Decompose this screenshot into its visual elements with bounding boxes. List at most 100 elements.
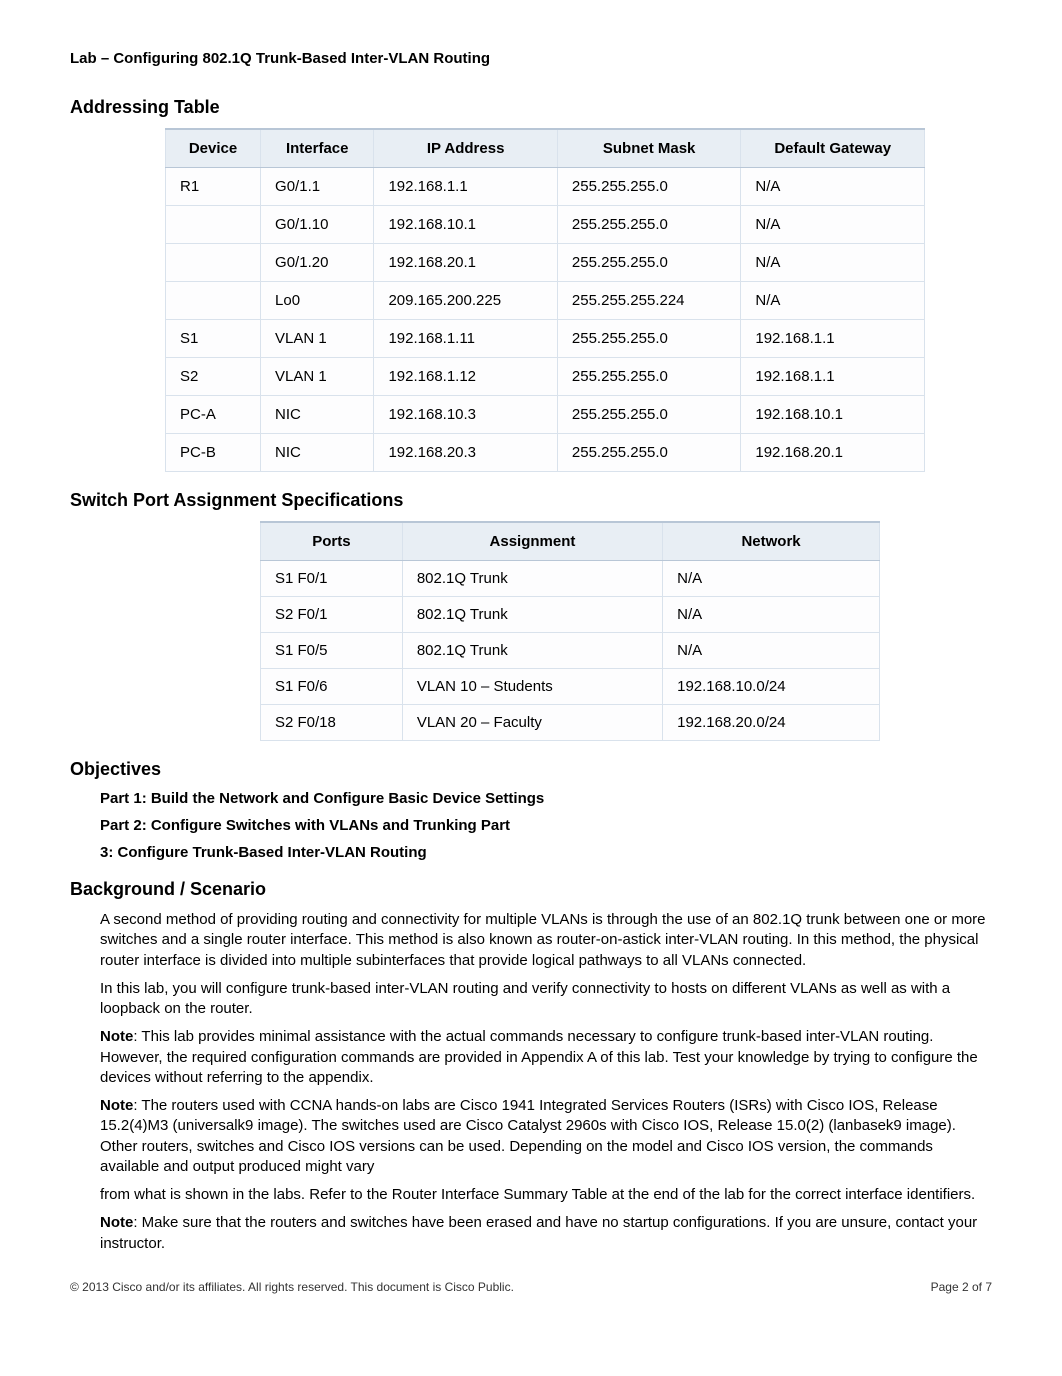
table-cell-ports: S2 F0/1: [261, 597, 403, 633]
table-row: S2VLAN 1192.168.1.12255.255.255.0192.168…: [166, 358, 925, 396]
table-cell-ip: 192.168.10.1: [374, 206, 557, 244]
table-cell-ports: S1 F0/6: [261, 669, 403, 705]
table-cell-interface: VLAN 1: [261, 358, 374, 396]
footer-copyright: © 2013 Cisco and/or its affiliates. All …: [70, 1280, 514, 1294]
table-row: S1VLAN 1192.168.1.11255.255.255.0192.168…: [166, 320, 925, 358]
table-cell-gw: N/A: [741, 244, 925, 282]
addressing-table: Device Interface IP Address Subnet Mask …: [165, 128, 925, 472]
table-cell-mask: 255.255.255.0: [557, 244, 740, 282]
table-cell-assignment: 802.1Q Trunk: [402, 561, 662, 597]
objectives-heading: Objectives: [70, 759, 992, 780]
table-cell-network: N/A: [663, 561, 880, 597]
page-footer: © 2013 Cisco and/or its affiliates. All …: [70, 1280, 992, 1294]
table-cell-mask: 255.255.255.0: [557, 434, 740, 472]
table-cell-interface: VLAN 1: [261, 320, 374, 358]
table-row: S2 F0/1802.1Q TrunkN/A: [261, 597, 880, 633]
table-cell-ip: 192.168.1.12: [374, 358, 557, 396]
addr-col-device: Device: [166, 129, 261, 168]
table-cell-ip: 192.168.20.3: [374, 434, 557, 472]
addressing-table-heading: Addressing Table: [70, 97, 992, 118]
table-cell-gw: N/A: [741, 282, 925, 320]
table-cell-mask: 255.255.255.0: [557, 206, 740, 244]
table-cell-mask: 255.255.255.224: [557, 282, 740, 320]
table-cell-ports: S1 F0/1: [261, 561, 403, 597]
table-cell-device: [166, 244, 261, 282]
table-row: S2 F0/18VLAN 20 – Faculty192.168.20.0/24: [261, 705, 880, 741]
note-text: : The routers used with CCNA hands-on la…: [100, 1097, 956, 1175]
objective-part2: Part 2: Configure Switches with VLANs an…: [100, 817, 992, 834]
table-row: S1 F0/5802.1Q TrunkN/A: [261, 633, 880, 669]
table-row: R1G0/1.1192.168.1.1255.255.255.0N/A: [166, 168, 925, 206]
table-row: S1 F0/1802.1Q TrunkN/A: [261, 561, 880, 597]
table-cell-ip: 192.168.1.11: [374, 320, 557, 358]
note-text: : This lab provides minimal assistance w…: [100, 1028, 978, 1086]
table-cell-device: PC-A: [166, 396, 261, 434]
footer-page-number: Page 2 of 7: [931, 1280, 992, 1294]
table-cell-ip: 209.165.200.225: [374, 282, 557, 320]
objective-part3: 3: Configure Trunk-Based Inter-VLAN Rout…: [100, 844, 992, 861]
table-cell-ports: S1 F0/5: [261, 633, 403, 669]
background-heading: Background / Scenario: [70, 879, 992, 900]
table-cell-assignment: VLAN 20 – Faculty: [402, 705, 662, 741]
table-row: S1 F0/6VLAN 10 – Students192.168.10.0/24: [261, 669, 880, 705]
table-cell-mask: 255.255.255.0: [557, 168, 740, 206]
note-label: Note: [100, 1028, 133, 1045]
table-cell-mask: 255.255.255.0: [557, 320, 740, 358]
table-cell-gw: 192.168.10.1: [741, 396, 925, 434]
table-cell-interface: G0/1.10: [261, 206, 374, 244]
page-header-title: Lab – Configuring 802.1Q Trunk-Based Int…: [70, 50, 992, 67]
table-cell-device: [166, 206, 261, 244]
table-cell-ip: 192.168.10.3: [374, 396, 557, 434]
background-p1: A second method of providing routing and…: [100, 910, 992, 971]
background-p4: Note: The routers used with CCNA hands-o…: [100, 1096, 992, 1177]
addr-col-interface: Interface: [261, 129, 374, 168]
addr-col-mask: Subnet Mask: [557, 129, 740, 168]
table-cell-ip: 192.168.1.1: [374, 168, 557, 206]
table-row: Lo0209.165.200.225255.255.255.224N/A: [166, 282, 925, 320]
table-cell-assignment: 802.1Q Trunk: [402, 597, 662, 633]
table-cell-gw: 192.168.20.1: [741, 434, 925, 472]
port-col-network: Network: [663, 522, 880, 561]
port-col-ports: Ports: [261, 522, 403, 561]
background-p3: Note: This lab provides minimal assistan…: [100, 1027, 992, 1088]
table-cell-device: PC-B: [166, 434, 261, 472]
table-row: PC-BNIC192.168.20.3255.255.255.0192.168.…: [166, 434, 925, 472]
background-p6: Note: Make sure that the routers and swi…: [100, 1213, 992, 1254]
table-cell-interface: Lo0: [261, 282, 374, 320]
table-row: G0/1.20192.168.20.1255.255.255.0N/A: [166, 244, 925, 282]
switchport-heading: Switch Port Assignment Specifications: [70, 490, 992, 511]
table-cell-network: 192.168.20.0/24: [663, 705, 880, 741]
table-cell-interface: G0/1.1: [261, 168, 374, 206]
table-cell-network: N/A: [663, 597, 880, 633]
table-cell-device: R1: [166, 168, 261, 206]
table-cell-gw: N/A: [741, 206, 925, 244]
table-cell-device: S1: [166, 320, 261, 358]
table-cell-interface: NIC: [261, 434, 374, 472]
addr-col-gw: Default Gateway: [741, 129, 925, 168]
table-cell-gw: 192.168.1.1: [741, 320, 925, 358]
table-cell-device: [166, 282, 261, 320]
table-cell-ip: 192.168.20.1: [374, 244, 557, 282]
note-text: : Make sure that the routers and switche…: [100, 1214, 977, 1251]
table-cell-mask: 255.255.255.0: [557, 358, 740, 396]
table-cell-interface: NIC: [261, 396, 374, 434]
table-cell-ports: S2 F0/18: [261, 705, 403, 741]
background-p2: In this lab, you will configure trunk-ba…: [100, 979, 992, 1020]
background-p5: from what is shown in the labs. Refer to…: [100, 1185, 992, 1205]
table-cell-mask: 255.255.255.0: [557, 396, 740, 434]
objective-part1: Part 1: Build the Network and Configure …: [100, 790, 992, 807]
table-cell-gw: N/A: [741, 168, 925, 206]
table-row: PC-ANIC192.168.10.3255.255.255.0192.168.…: [166, 396, 925, 434]
table-cell-gw: 192.168.1.1: [741, 358, 925, 396]
addr-col-ip: IP Address: [374, 129, 557, 168]
port-table: Ports Assignment Network S1 F0/1802.1Q T…: [260, 521, 880, 741]
note-label: Note: [100, 1214, 133, 1231]
table-cell-device: S2: [166, 358, 261, 396]
note-label: Note: [100, 1097, 133, 1114]
table-cell-network: N/A: [663, 633, 880, 669]
table-cell-interface: G0/1.20: [261, 244, 374, 282]
table-cell-assignment: VLAN 10 – Students: [402, 669, 662, 705]
table-row: G0/1.10192.168.10.1255.255.255.0N/A: [166, 206, 925, 244]
table-cell-assignment: 802.1Q Trunk: [402, 633, 662, 669]
table-cell-network: 192.168.10.0/24: [663, 669, 880, 705]
